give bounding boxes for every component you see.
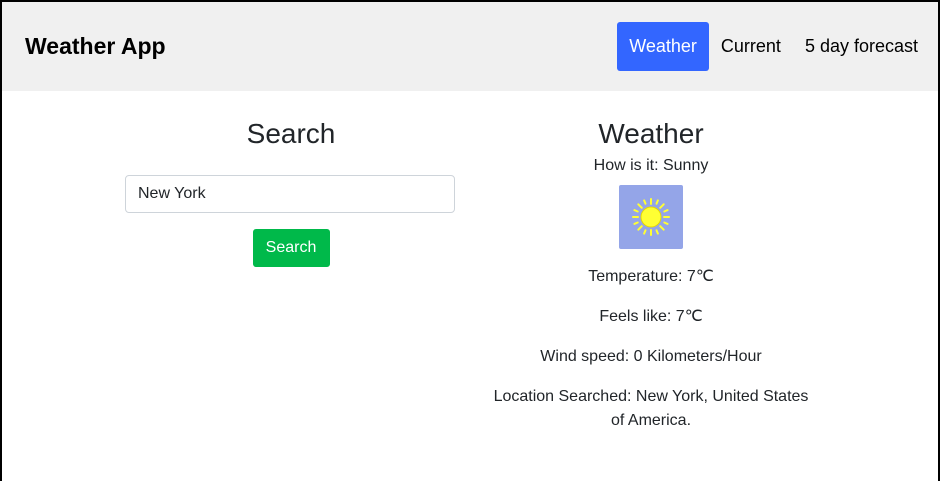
app-window: Weather App Weather Current 5 day foreca…: [2, 2, 938, 481]
sun-icon: [619, 185, 683, 249]
nav-item-weather[interactable]: Weather: [617, 22, 709, 71]
navbar: Weather App Weather Current 5 day foreca…: [2, 2, 938, 91]
sun-icon-graphic: [632, 198, 670, 236]
search-input[interactable]: [125, 175, 455, 213]
app-title: Weather App: [25, 33, 166, 59]
search-button[interactable]: Search: [252, 229, 330, 267]
search-heading: Search: [246, 118, 336, 149]
wind-speed-text: Wind speed: 0 Kilometers/Hour: [540, 348, 762, 365]
weather-condition: How is it: Sunny: [593, 157, 709, 174]
nav-item-current[interactable]: Current: [721, 22, 781, 71]
location-text: Location Searched: New York, United Stat…: [493, 388, 809, 429]
search-section: Search Search: [125, 91, 457, 267]
feels-like-text: Feels like: 7℃: [599, 308, 703, 325]
nav-menu: Weather Current 5 day forecast: [617, 22, 938, 71]
temperature-text: Temperature: 7℃: [588, 268, 714, 285]
nav-item-5-day-forecast[interactable]: 5 day forecast: [805, 22, 918, 71]
weather-heading: Weather: [598, 118, 704, 149]
weather-section: Weather How is it: Sunny Temperature: 7℃…: [490, 91, 812, 433]
